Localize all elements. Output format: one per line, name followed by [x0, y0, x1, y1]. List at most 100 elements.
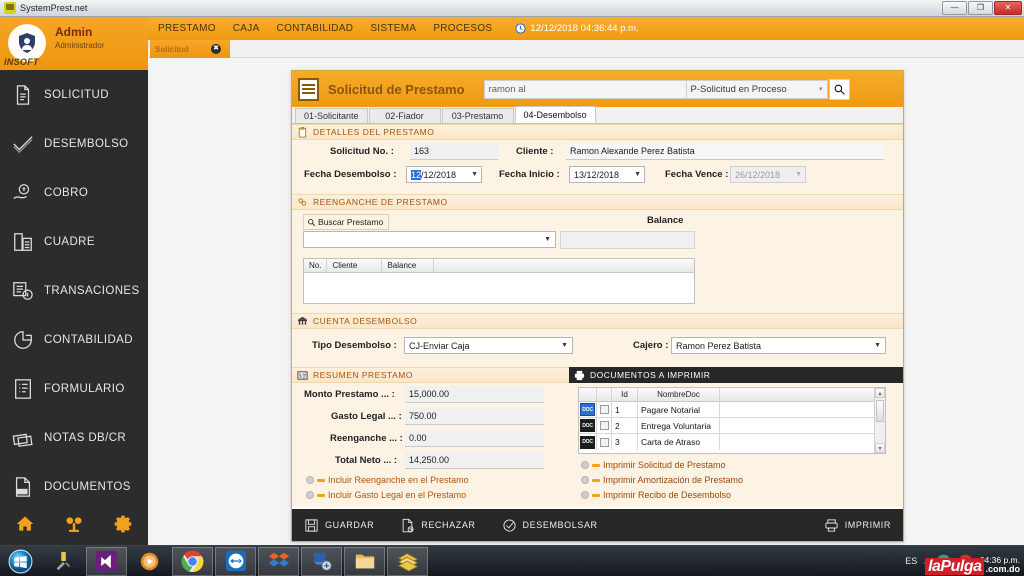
toggle-imprimir-solicitud[interactable]: Imprimir Solicitud de Prestamo — [581, 460, 726, 470]
section-header-documentos: DOCUMENTOS A IMPRIMIR — [569, 367, 903, 383]
reenganche-grid[interactable]: No. Cliente Balance — [303, 258, 695, 304]
search-input[interactable]: ramon al — [483, 79, 686, 99]
sidebar-item-cuadre[interactable]: CUADRE — [0, 217, 148, 266]
row-check-cell[interactable] — [597, 434, 612, 450]
scroll-up-icon[interactable]: ▴ — [875, 388, 885, 398]
title-bar[interactable]: SystemPrest.net — ❐ ✕ — [0, 0, 1024, 17]
print-button[interactable]: IMPRIMIR — [824, 518, 891, 533]
row-check-cell[interactable] — [597, 417, 612, 434]
tab-02-fiador[interactable]: 02-Fiador — [368, 108, 441, 123]
taskbar-item-visual-studio[interactable] — [86, 546, 127, 576]
network-icon[interactable] — [64, 514, 84, 534]
row-checkbox[interactable] — [599, 421, 609, 430]
mdi-tab-solicitud[interactable]: Solicitud ✖ — [150, 40, 230, 58]
menu-item-procesos[interactable]: PROCESOS — [433, 23, 492, 34]
user-panel[interactable]: Admin Administrador INSOFT — [0, 17, 148, 70]
menu-item-caja[interactable]: CAJA — [233, 23, 260, 34]
menu-item-prestamo[interactable]: PRESTAMO — [158, 23, 216, 34]
tipo-desembolso-combo[interactable]: CJ-Enviar Caja ▼ — [404, 337, 573, 354]
sidebar-item-label: NOTAS DB/CR — [44, 431, 127, 444]
scrollbar-thumb[interactable] — [876, 400, 884, 422]
total-neto-field[interactable]: 14,250.00 — [405, 452, 544, 469]
taskbar-item-folder[interactable] — [344, 546, 385, 576]
toggle-incluir-gasto-legal[interactable]: Incluir Gasto Legal en el Prestamo — [306, 490, 466, 500]
status-filter-combo[interactable]: P-Solicitud en Proceso ▾ — [685, 79, 828, 99]
documentos-grid-scrollbar[interactable]: ▴ ▾ — [874, 388, 885, 453]
row-doc-icon-cell[interactable]: DOC — [579, 417, 597, 434]
panel-resumen: $ RESUMEN PRESTAMO Monto Prestamo ... : … — [292, 367, 569, 507]
cliente-field[interactable]: Ramon Alexande Perez Batista — [566, 143, 884, 160]
reenganche-prestamo-combo[interactable]: ▼ — [303, 231, 556, 248]
documentos-grid[interactable]: Id NombreDoc DOC 1 Pagare Notarial DOC 2… — [578, 387, 886, 454]
start-button[interactable] — [0, 547, 41, 576]
gear-icon[interactable] — [113, 514, 133, 534]
fecha-vence-picker: 26/12/2018 ▼ — [730, 166, 806, 183]
tab-04-desembolso[interactable]: 04-Desembolso — [514, 106, 596, 123]
monto-prestamo-field[interactable]: 15,000.00 — [405, 386, 544, 403]
chevron-down-icon[interactable]: ▼ — [471, 171, 478, 178]
save-button[interactable]: GUARDAR — [304, 518, 374, 533]
disburse-label: DESEMBOLSAR — [522, 520, 598, 530]
toggle-imprimir-amortizacion[interactable]: Imprimir Amortización de Prestamo — [581, 475, 743, 485]
sidebar-item-formulario[interactable]: FORMULARIO — [0, 364, 148, 413]
row-checkbox[interactable] — [599, 437, 609, 447]
home-icon[interactable] — [15, 514, 35, 534]
doc-icon[interactable]: DOC — [580, 419, 595, 432]
close-button[interactable]: ✕ — [994, 1, 1022, 15]
taskbar-item-dropbox[interactable] — [258, 546, 299, 576]
sidebar-item-notas-db-cr[interactable]: NOTAS DB/CR — [0, 413, 148, 462]
table-row[interactable]: DOC 3 Carta de Atraso — [579, 434, 874, 450]
cajero-combo[interactable]: Ramon Perez Batista ▼ — [671, 337, 886, 354]
solicitud-no-field[interactable]: 163 — [410, 143, 498, 160]
taskbar-item-teamviewer[interactable] — [215, 546, 256, 576]
toggle-incluir-reenganche[interactable]: Incluir Reenganche en el Prestamo — [306, 475, 469, 485]
toggle-imprimir-recibo[interactable]: Imprimir Recibo de Desembolso — [581, 490, 731, 500]
gasto-legal-field[interactable]: 750.00 — [405, 408, 544, 425]
reject-button[interactable]: RECHAZAR — [400, 518, 475, 533]
chevron-down-icon[interactable]: ▼ — [634, 171, 641, 178]
tab-03-prestamo[interactable]: 03-Prestamo — [441, 108, 514, 123]
fecha-desembolso-picker[interactable]: 12/12/2018 ▼ — [406, 166, 482, 183]
table-row[interactable]: DOC 2 Entrega Voluntaria — [579, 417, 874, 434]
tray-language[interactable]: ES — [905, 556, 917, 566]
row-doc-icon-cell[interactable]: DOC — [579, 434, 597, 450]
taskbar-item-money-app[interactable] — [387, 546, 428, 576]
menu-item-sistema[interactable]: SISTEMA — [370, 23, 416, 34]
sidebar-item-desembolso[interactable]: DESEMBOLSO — [0, 119, 148, 168]
taskbar-item-tools[interactable] — [43, 547, 84, 576]
taskbar-item-chrome[interactable] — [172, 546, 213, 576]
disburse-button[interactable]: DESEMBOLSAR — [502, 518, 598, 533]
fecha-inicio-picker[interactable]: 13/12/2018 ▼ — [569, 166, 645, 183]
sidebar-item-transaciones[interactable]: TRANSACIONES — [0, 266, 148, 315]
sidebar: Admin Administrador INSOFT SOLICITUD DES… — [0, 17, 148, 545]
sidebar-item-solicitud[interactable]: SOLICITUD — [0, 70, 148, 119]
row-check-cell[interactable] — [597, 401, 612, 418]
taskbar: ES ▴ 04:36 p.m. laPulga .com.do — [0, 545, 1024, 576]
doc-icon[interactable]: DOC — [580, 435, 595, 449]
table-row[interactable]: DOC 1 Pagare Notarial — [579, 401, 874, 418]
sidebar-item-cobro[interactable]: COBRO — [0, 168, 148, 217]
row-checkbox[interactable] — [599, 405, 609, 414]
minimize-button[interactable]: — — [942, 1, 967, 15]
maximize-button[interactable]: ❐ — [968, 1, 993, 15]
chevron-down-icon[interactable]: ▼ — [544, 236, 551, 243]
chevron-down-icon[interactable]: ▼ — [874, 342, 881, 349]
toggle-knob — [306, 491, 314, 499]
scroll-down-icon[interactable]: ▾ — [875, 443, 885, 453]
solicitud-no-value: 163 — [414, 146, 430, 156]
hamburger-icon[interactable] — [298, 77, 319, 101]
row-doc-icon-cell[interactable]: DOC — [579, 401, 597, 418]
tab-01-solicitante[interactable]: 01-Solicitante — [295, 108, 368, 123]
doc-icon[interactable]: DOC — [580, 403, 595, 416]
close-icon[interactable]: ✖ — [211, 44, 221, 54]
reenganche-monto-field[interactable]: 0.00 — [405, 430, 544, 447]
menu-item-contabilidad[interactable]: CONTABILIDAD — [277, 23, 354, 34]
search-button[interactable] — [828, 78, 850, 100]
taskbar-item-computer[interactable] — [301, 546, 342, 576]
sidebar-item-contabilidad[interactable]: CONTABILIDAD — [0, 315, 148, 364]
chevron-down-icon[interactable]: ▼ — [561, 342, 568, 349]
section-header-reenganche: REENGANCHE DE PRESTAMO — [292, 194, 903, 210]
taskbar-item-media-player[interactable] — [129, 547, 170, 576]
row-nombredoc: Entrega Voluntaria — [638, 417, 720, 434]
buscar-prestamo-button[interactable]: Buscar Prestamo — [303, 214, 390, 230]
